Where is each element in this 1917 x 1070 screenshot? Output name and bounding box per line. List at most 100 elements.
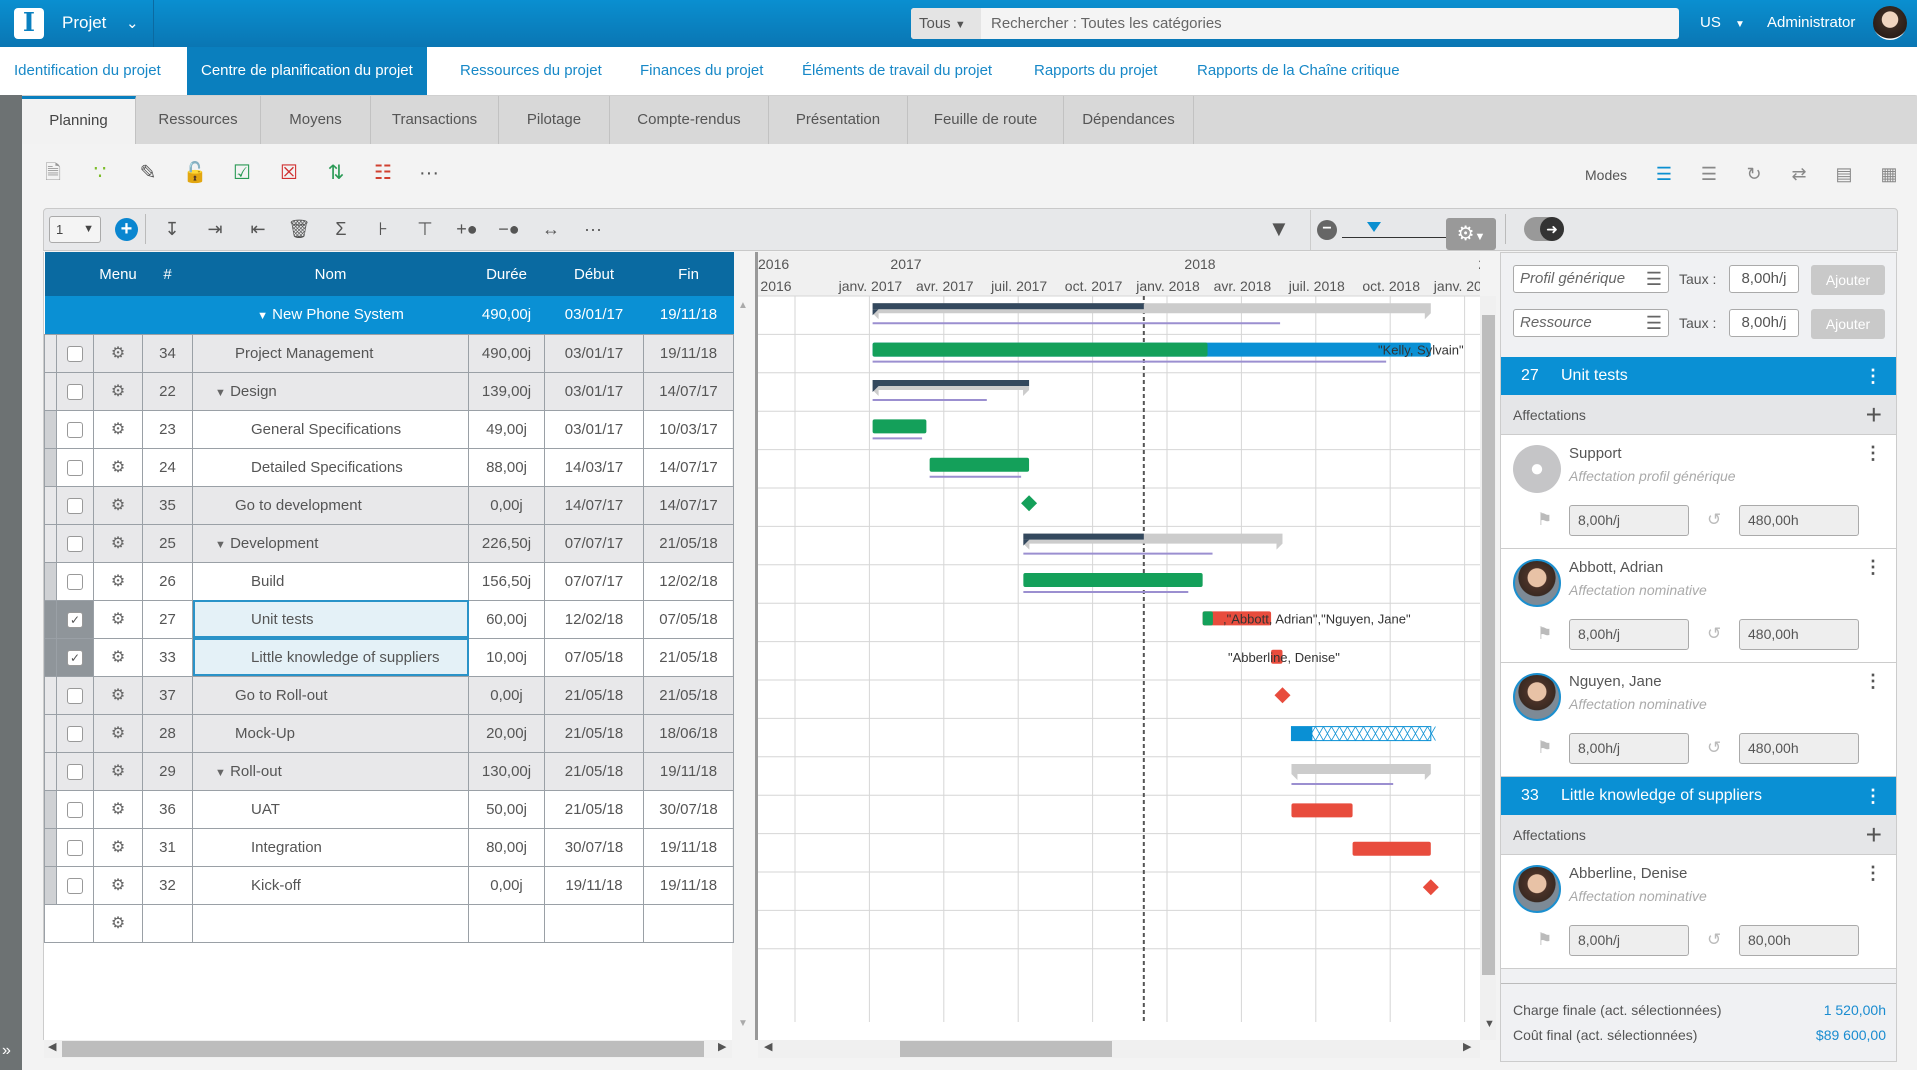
nav-item-2[interactable]: Ressources du projet [446,47,616,95]
row-name[interactable]: Unit tests [192,599,469,639]
row-checkbox[interactable] [67,421,83,438]
scroll-down-icon[interactable]: ▼ [738,1018,748,1029]
gear-icon[interactable]: ⚙ [111,345,125,362]
gantt-vscroll-thumb[interactable] [1482,315,1495,975]
more-vert-icon[interactable]: ⋮ [1864,357,1882,395]
row-name[interactable]: Detailed Specifications [192,447,469,487]
module-selector[interactable]: Projet [62,13,106,33]
col-name[interactable]: Nom [192,252,469,296]
row-checkbox-cell[interactable] [56,485,94,525]
add-task-button[interactable]: + [115,218,138,241]
drag-handle[interactable] [44,827,57,867]
drag-handle[interactable] [44,675,57,715]
row-menu[interactable]: ⚙ [93,561,143,601]
more-vert-icon[interactable]: ⋮ [1864,557,1882,578]
scroll-right-icon[interactable]: ▶ [718,1040,726,1053]
row-name[interactable]: ▼ Design [192,371,469,411]
row-menu[interactable]: ⚙ [93,637,143,677]
critical-path-icon[interactable]: ⇅ [323,160,349,186]
row-name[interactable]: Integration [192,827,469,867]
more-vert-icon[interactable]: ⋮ [1864,443,1882,464]
nav-item-0[interactable]: Identification du projet [0,47,175,95]
language-selector[interactable]: US ▼ [1700,14,1745,31]
drag-handle[interactable] [44,447,57,487]
row-menu[interactable]: ⚙ [93,713,143,753]
table-row[interactable]: ⚙ 23 General Specifications 49,00j 03/01/17 1… [44,409,734,449]
gear-icon[interactable]: ⚙ [111,535,125,552]
user-avatar[interactable] [1873,6,1907,40]
assignment-rate[interactable]: 8,00h/j [1569,925,1689,956]
level-select[interactable]: 1 ▼ [49,216,101,243]
approve-checklist-icon[interactable]: ☑ [229,160,255,186]
drag-handle[interactable] [44,637,57,677]
row-checkbox[interactable]: ✓ [67,649,83,666]
table-row[interactable]: ⚙ 34 Project Management 490,00j 03/01/17 19/1… [44,333,734,373]
row-menu[interactable]: ⚙ [93,485,143,525]
row-menu[interactable]: ⚙ [93,751,143,791]
rss-feed-icon[interactable]: ∵ [87,160,113,186]
assignment-rate[interactable]: 8,00h/j [1569,505,1689,536]
rate-input-resource[interactable]: 8,00h/j [1729,309,1799,337]
scroll-left-icon[interactable]: ◀ [48,1040,56,1053]
list-icon[interactable]: ☰ [1646,266,1662,292]
gear-icon[interactable]: ⚙ [111,649,125,666]
table-row[interactable]: ⚙ 31 Integration 80,00j 30/07/18 19/11/18 [44,827,734,867]
gear-icon[interactable]: ⚙ [111,421,125,438]
gear-icon[interactable]: ⚙ [111,839,125,856]
gantt-hscrollbar[interactable] [758,1040,1480,1058]
sum-icon[interactable]: Σ [328,216,354,242]
generic-profile-input[interactable]: Profil générique ☰ [1513,265,1669,293]
assignment-rate[interactable]: 8,00h/j [1569,619,1689,650]
row-menu[interactable]: ⚙ [93,371,143,411]
row-checkbox[interactable] [67,345,83,362]
gear-icon[interactable]: ⚙ [111,915,125,932]
gantt-hscroll-thumb[interactable] [900,1041,1112,1057]
tab-6[interactable]: Présentation [769,96,908,144]
org-hierarchy-icon[interactable]: ☷ [370,160,396,186]
nav-item-1[interactable]: Centre de planification du projet [187,47,427,95]
gear-icon[interactable]: ⚙ [111,801,125,818]
tab-3[interactable]: Transactions [371,96,499,144]
add-resource-button[interactable]: Ajouter [1811,309,1885,339]
activity-header[interactable]: 27 Unit tests ⋮ [1501,357,1896,395]
table-row[interactable]: ⚙ 22 ▼ Design 139,00j 03/01/17 14/07/17 [44,371,734,411]
unlock-icon[interactable]: 🔓 [182,160,208,186]
row-checkbox-cell[interactable] [56,675,94,715]
row-checkbox[interactable] [67,763,83,780]
row-name[interactable]: ▼ Roll-out [192,751,469,791]
row-checkbox[interactable] [67,801,83,818]
list-mode-icon[interactable]: ☰ [1697,163,1721,185]
collapse-icon[interactable]: ▼ [215,539,226,551]
gear-icon[interactable]: ⚙ [111,877,125,894]
zoom-slider-thumb[interactable] [1367,222,1382,232]
tab-7[interactable]: Feuille de route [908,96,1064,144]
row-checkbox[interactable] [67,459,83,476]
table-row[interactable]: ⚙ 36 UAT 50,00j 21/05/18 30/07/18 [44,789,734,829]
scroll-left-icon[interactable]: ◀ [764,1040,772,1053]
row-menu[interactable]: ⚙ [93,333,143,373]
row-menu[interactable]: ⚙ [93,523,143,563]
row-name[interactable]: Go to development [192,485,469,525]
row-checkbox-cell[interactable] [56,827,94,867]
drag-handle[interactable] [44,409,57,449]
resource-input[interactable]: Ressource ☰ [1513,309,1669,337]
chevron-down-icon[interactable]: ⌄ [126,14,139,32]
assignment-hours[interactable]: 80,00h [1739,925,1859,956]
outdent-icon[interactable]: ⇤ [245,216,271,242]
row-checkbox[interactable] [67,839,83,856]
row-checkbox-cell[interactable] [56,447,94,487]
table-row[interactable]: ⚙ 32 Kick-off 0,00j 19/11/18 19/11/18 [44,865,734,905]
new-document-icon[interactable]: 🗎 [40,160,66,186]
row-checkbox[interactable] [67,383,83,400]
tab-0[interactable]: Planning [22,96,136,144]
gantt-settings-button[interactable]: ⚙▼ [1446,218,1496,250]
table-row[interactable]: ⚙ 25 ▼ Development 226,50j 07/07/17 21/05/18 [44,523,734,563]
col-end[interactable]: Fin [643,252,734,296]
col-duration[interactable]: Durée [468,252,545,296]
table-hscroll-thumb[interactable] [62,1041,704,1057]
more-vert-icon[interactable]: ⋮ [1864,671,1882,692]
row-name[interactable]: Kick-off [192,865,469,905]
tab-1[interactable]: Ressources [136,96,261,144]
row-checkbox[interactable]: ✓ [67,611,83,628]
drag-handle[interactable] [44,485,57,525]
